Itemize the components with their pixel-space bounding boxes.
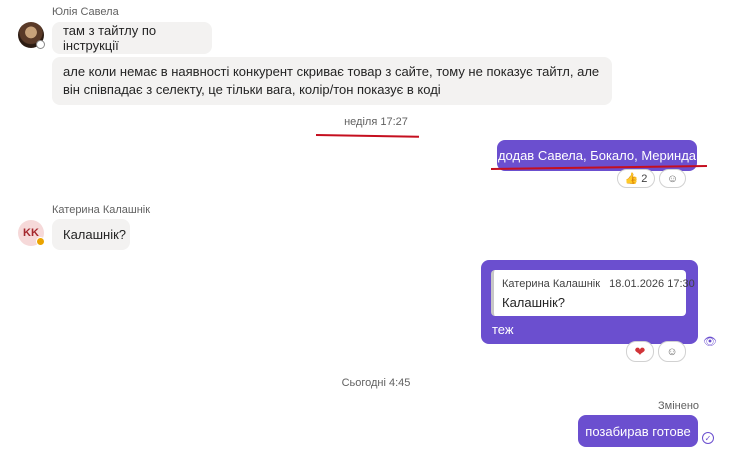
date-separator: Сьогодні 4:45 (341, 377, 411, 389)
message-text: там з тайтлу по інструкції (63, 23, 157, 53)
message-text: додав Савела, Бокало, Меринда (497, 148, 697, 163)
presence-status-icon (36, 40, 45, 49)
reaction-chip[interactable]: 👍 2 (617, 169, 655, 188)
message-text: теж (492, 322, 514, 337)
sender-name-yulia: Юлія Савела (52, 6, 119, 18)
message-bubble[interactable]: але коли немає в наявності конкурент скр… (52, 57, 612, 105)
add-reaction-icon: ☺ (666, 172, 679, 185)
add-reaction-button[interactable]: ☺ (658, 341, 686, 362)
message-text: позабирав готове (585, 423, 691, 439)
presence-away-icon (36, 237, 45, 246)
quote-author: Катерина Калашнік (502, 278, 601, 290)
quoted-message[interactable]: Катерина Калашнік 18.01.2026 17:30 Калаш… (491, 270, 695, 316)
message-text: але коли немає в наявності конкурент скр… (63, 64, 600, 97)
message-text: Калашнік? (63, 227, 127, 242)
outgoing-message-bubble[interactable]: позабирав готове (578, 415, 698, 447)
quote-time: 18.01.2026 17:30 (609, 278, 695, 290)
outgoing-message-bubble[interactable]: Катерина Калашнік 18.01.2026 17:30 Калаш… (481, 260, 698, 344)
date-separator: неділя 17:27 (344, 116, 408, 128)
message-bubble[interactable]: Калашнік? (52, 219, 130, 250)
reaction-count: 2 (641, 172, 648, 185)
edited-label: Змінено (658, 400, 700, 412)
add-reaction-icon: ☺ (666, 345, 678, 358)
quote-text: Калашнік? (502, 295, 566, 310)
reaction-chip[interactable]: ❤ (626, 341, 654, 362)
add-reaction-button[interactable]: ☺ (659, 169, 686, 188)
sender-name-kateryna: Катерина Калашнік (52, 204, 151, 216)
heart-icon: ❤ (634, 343, 646, 359)
thumbs-up-icon: 👍 (624, 173, 639, 185)
seen-eye-icon: 👁 (703, 336, 717, 348)
message-bubble[interactable]: там з тайтлу по інструкції (52, 22, 212, 54)
red-annotation-line (315, 134, 420, 138)
sent-check-icon: ✓ (702, 432, 714, 444)
